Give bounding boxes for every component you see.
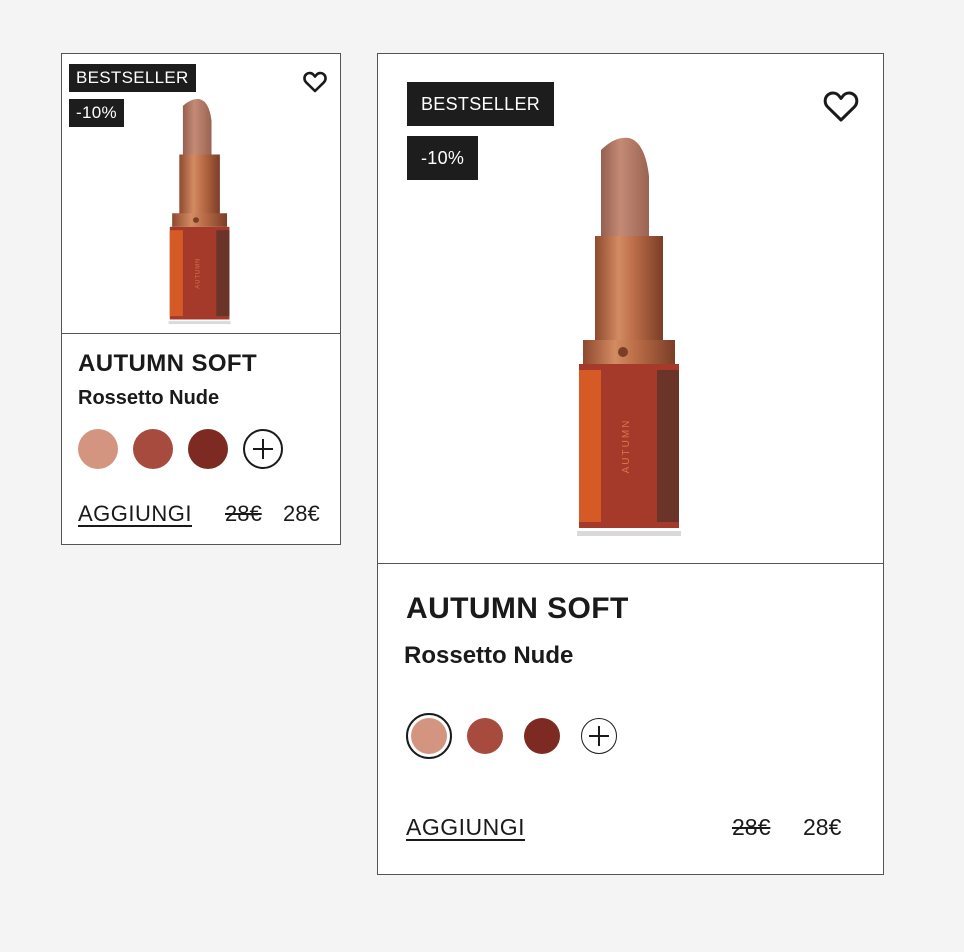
product-subtitle: Rossetto Nude — [404, 642, 574, 669]
color-swatch-brick[interactable] — [133, 429, 173, 469]
lipstick-product-image: AUTUMN — [577, 137, 681, 536]
heart-icon[interactable] — [303, 71, 327, 93]
add-to-cart-link[interactable]: AGGIUNGI — [78, 501, 192, 527]
product-image-area[interactable]: BESTSELLER -10% AUTUMN — [62, 54, 340, 334]
plus-icon[interactable] — [243, 429, 283, 469]
color-swatch-burgundy[interactable] — [524, 718, 560, 754]
product-title: AUTUMN SOFT — [406, 592, 629, 625]
discount-badge: -10% — [407, 136, 479, 180]
lipstick-brand-label: AUTUMN — [195, 258, 201, 289]
lipstick-brand-label: AUTUMN — [621, 419, 632, 474]
product-title: AUTUMN SOFT — [78, 350, 258, 377]
color-swatch-nude[interactable] — [78, 429, 118, 469]
heart-icon[interactable] — [823, 90, 859, 123]
product-cards-page: BESTSELLER -10% AUTUMN AUTUMN SOFT Rosse… — [0, 0, 964, 952]
bestseller-badge: BESTSELLER — [407, 82, 555, 126]
product-image-area[interactable]: BESTSELLER -10% AUTUMN — [378, 54, 883, 564]
color-swatch-burgundy[interactable] — [188, 429, 228, 469]
current-price: 28€ — [283, 501, 320, 526]
color-swatch-brick[interactable] — [467, 718, 503, 754]
lipstick-product-image: AUTUMN — [168, 98, 231, 324]
color-swatch-nude-selected[interactable] — [406, 713, 452, 759]
current-price: 28€ — [803, 814, 842, 840]
plus-icon[interactable] — [581, 718, 617, 754]
bestseller-badge: BESTSELLER — [69, 64, 196, 92]
old-price: 28€ — [732, 814, 771, 840]
discount-badge: -10% — [69, 99, 124, 127]
add-to-cart-link[interactable]: AGGIUNGI — [406, 814, 525, 841]
old-price: 28€ — [225, 501, 262, 526]
product-subtitle: Rossetto Nude — [78, 387, 220, 409]
product-card-large[interactable]: BESTSELLER -10% AUTUMN AUTUMN SOFT Rosse… — [377, 53, 884, 875]
product-card-small[interactable]: BESTSELLER -10% AUTUMN AUTUMN SOFT Rosse… — [61, 53, 341, 545]
